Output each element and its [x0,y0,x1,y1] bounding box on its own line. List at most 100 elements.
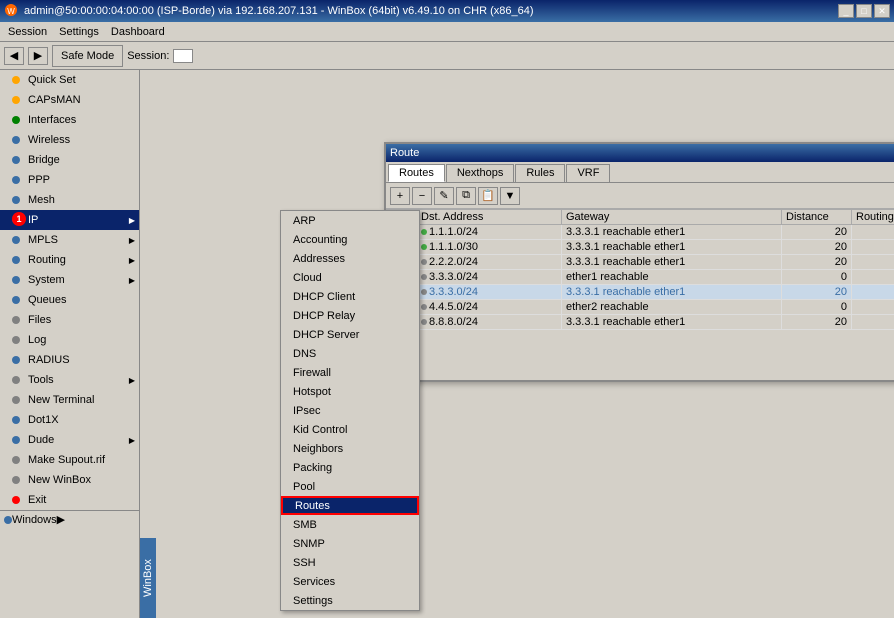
row-routing-mark [852,255,894,270]
table-row[interactable]: 2.2.2.0/243.3.3.1 reachable ether120 [387,255,894,270]
tab-nexthops[interactable]: Nexthops [446,164,514,182]
ppp-icon [8,172,24,188]
interfaces-icon [8,112,24,128]
sidebar-item-new-winbox[interactable]: New WinBox [0,470,139,490]
tab-vrf[interactable]: VRF [566,164,610,182]
sidebar-item-log[interactable]: Log [0,330,139,350]
paste-button[interactable]: 📋 [478,187,498,205]
dropdown-packing[interactable]: Packing [281,458,419,477]
row-gateway: 3.3.3.1 reachable ether1 [562,285,782,300]
session-label: Session: [127,50,169,62]
table-row[interactable]: 4.4.5.0/24ether2 reachable04.4.5.254 [387,300,894,315]
minimize-button[interactable]: _ [838,4,854,18]
winbox-label: WinBox [140,538,156,618]
sidebar-item-bridge[interactable]: Bridge [0,150,139,170]
mpls-arrow-icon: ▶ [129,236,135,245]
sidebar-item-tools[interactable]: Tools ▶ [0,370,139,390]
sidebar-item-dot1x[interactable]: Dot1X [0,410,139,430]
row-distance: 0 [782,270,852,285]
table-row[interactable]: 3.3.3.0/243.3.3.1 reachable ether120 [387,285,894,300]
queues-icon [8,292,24,308]
sidebar-item-queues[interactable]: Queues [0,290,139,310]
quick-set-icon [8,72,24,88]
safe-mode-button[interactable]: Safe Mode [52,45,123,67]
sidebar-item-files[interactable]: Files [0,310,139,330]
sidebar-label-ppp: PPP [28,174,50,186]
add-button[interactable]: + [390,187,410,205]
sidebar-item-radius[interactable]: RADIUS [0,350,139,370]
dropdown-cloud[interactable]: Cloud [281,268,419,287]
capsman-icon [8,92,24,108]
table-row[interactable]: 8.8.8.0/243.3.3.1 reachable ether120 [387,315,894,330]
menu-dashboard[interactable]: Dashboard [105,24,171,40]
dropdown-dns[interactable]: DNS [281,344,419,363]
dropdown-smb[interactable]: SMB [281,515,419,534]
sidebar-item-ip[interactable]: 1 IP ▶ [0,210,139,230]
dropdown-kid-control[interactable]: Kid Control [281,420,419,439]
maximize-button[interactable]: □ [856,4,872,18]
menu-session[interactable]: Session [2,24,53,40]
sidebar-label-dot1x: Dot1X [28,414,59,426]
sidebar-item-interfaces[interactable]: Interfaces [0,110,139,130]
back-button[interactable]: ◀ [4,47,24,65]
sidebar-item-wireless[interactable]: Wireless [0,130,139,150]
row-distance: 20 [782,255,852,270]
dropdown-neighbors[interactable]: Neighbors [281,439,419,458]
windows-arrow-icon: ▶ [57,513,65,526]
dropdown-ssh[interactable]: SSH [281,553,419,572]
dropdown-routes[interactable]: Routes [281,496,419,515]
sidebar-item-make-supout[interactable]: Make Supout.rif [0,450,139,470]
menu-settings[interactable]: Settings [53,24,105,40]
dropdown-firewall[interactable]: Firewall [281,363,419,382]
route-title-bar: Route 3 _ □ ✕ [386,144,894,162]
tab-rules[interactable]: Rules [515,164,565,182]
tools-icon [8,372,24,388]
sidebar-item-ppp[interactable]: PPP [0,170,139,190]
dropdown-hotspot[interactable]: Hotspot [281,382,419,401]
dropdown-dhcp-relay[interactable]: DHCP Relay [281,306,419,325]
table-row[interactable]: DAb1.1.1.0/303.3.3.1 reachable ether120 [387,240,894,255]
dropdown-arp[interactable]: ARP [281,211,419,230]
dropdown-ipsec[interactable]: IPsec [281,401,419,420]
windows-item[interactable]: Windows ▶ [0,510,139,528]
dropdown-addresses[interactable]: Addresses [281,249,419,268]
sidebar-item-dude[interactable]: Dude ▶ [0,430,139,450]
sidebar-item-routing[interactable]: Routing ▶ [0,250,139,270]
filter-button[interactable]: ▼ [500,187,520,205]
col-dst-header[interactable]: Dst. Address [417,210,562,225]
sidebar-item-quick-set[interactable]: Quick Set [0,70,139,90]
sidebar-label-interfaces: Interfaces [28,114,76,126]
row-dst: 2.2.2.0/24 [417,255,562,270]
session-input[interactable] [173,49,193,63]
dropdown-accounting[interactable]: Accounting [281,230,419,249]
radius-icon [8,352,24,368]
sidebar-item-exit[interactable]: Exit [0,490,139,510]
remove-button[interactable]: − [412,187,432,205]
col-gateway-header[interactable]: Gateway [562,210,782,225]
dropdown-services[interactable]: Services [281,572,419,591]
edit-button[interactable]: ✎ [434,187,454,205]
forward-button[interactable]: ▶ [28,47,48,65]
sidebar-item-new-terminal[interactable]: New Terminal [0,390,139,410]
table-row[interactable]: 3.3.3.0/24ether1 reachable03.3.3.2 [387,270,894,285]
copy-button[interactable]: ⧉ [456,187,476,205]
dropdown-dhcp-server[interactable]: DHCP Server [281,325,419,344]
sidebar-item-mpls[interactable]: MPLS ▶ [0,230,139,250]
dropdown-pool[interactable]: Pool [281,477,419,496]
toolbar: ◀ ▶ Safe Mode Session: [0,42,894,70]
files-icon [8,312,24,328]
system-arrow-icon: ▶ [129,276,135,285]
dropdown-settings[interactable]: Settings [281,591,419,610]
row-distance: 20 [782,315,852,330]
tab-routes[interactable]: Routes [388,164,445,182]
sidebar-item-mesh[interactable]: Mesh [0,190,139,210]
sidebar-item-capsman[interactable]: CAPsMAN [0,90,139,110]
col-distance-header[interactable]: Distance [782,210,852,225]
row-gateway: 3.3.3.1 reachable ether1 [562,240,782,255]
sidebar-item-system[interactable]: System ▶ [0,270,139,290]
dropdown-dhcp-client[interactable]: DHCP Client [281,287,419,306]
col-routing-mark-header[interactable]: Routing Mark [852,210,894,225]
table-row[interactable]: DAb1.1.1.0/243.3.3.1 reachable ether120 [387,225,894,240]
close-button[interactable]: ✕ [874,4,890,18]
dropdown-snmp[interactable]: SNMP [281,534,419,553]
